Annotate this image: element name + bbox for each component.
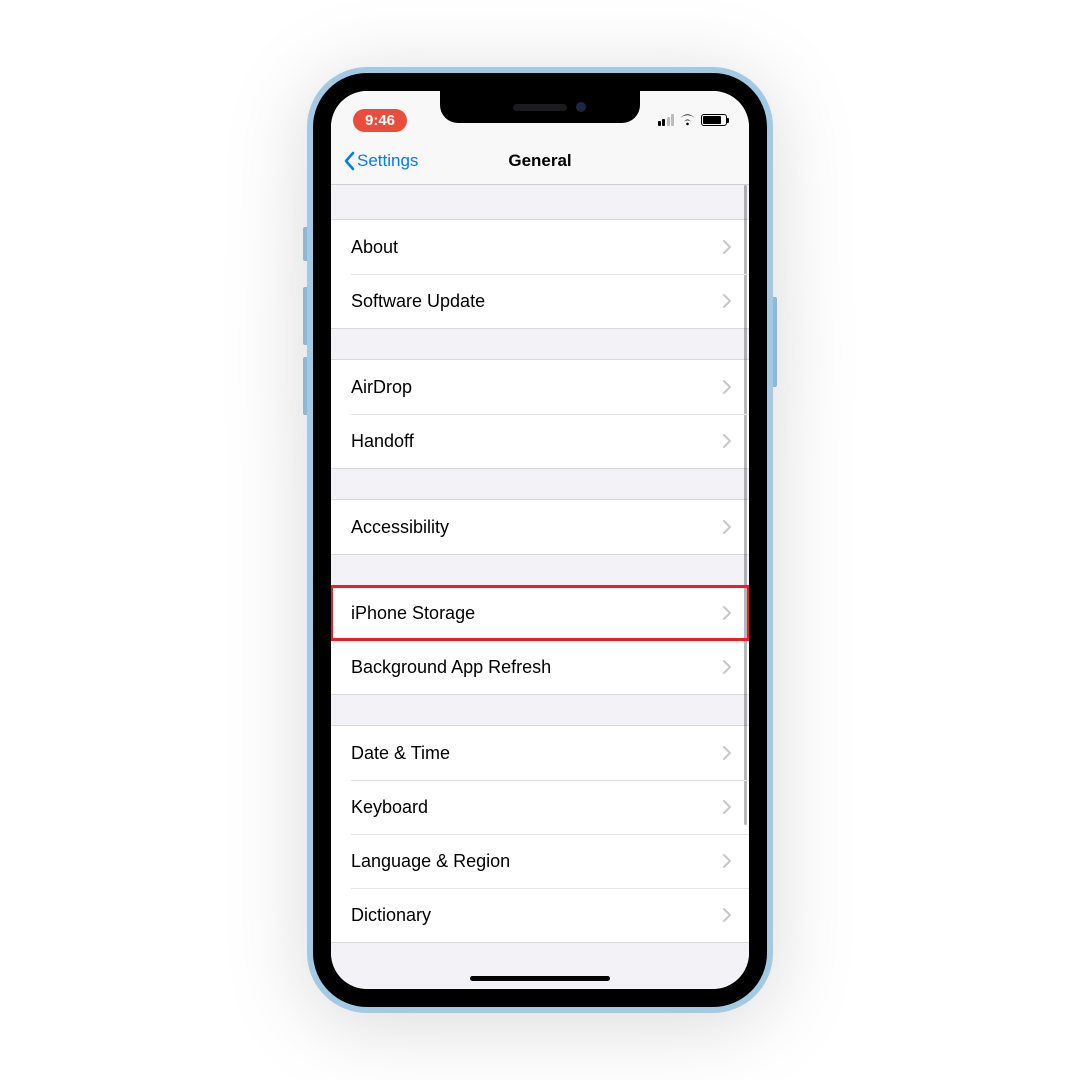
chevron-right-icon xyxy=(723,746,731,760)
chevron-right-icon xyxy=(723,800,731,814)
settings-row-label: Dictionary xyxy=(351,905,431,926)
status-time-recording[interactable]: 9:46 xyxy=(353,109,407,132)
chevron-right-icon xyxy=(723,434,731,448)
settings-row-label: Software Update xyxy=(351,291,485,312)
settings-row-label: Background App Refresh xyxy=(351,657,551,678)
navigation-bar: Settings General xyxy=(331,137,749,185)
screen: 9:46 xyxy=(331,91,749,989)
settings-row[interactable]: Date & Time xyxy=(331,726,749,780)
chevron-left-icon xyxy=(343,151,355,171)
settings-row-label: iPhone Storage xyxy=(351,603,475,624)
volume-down-button xyxy=(303,357,307,415)
settings-group: Date & Time Keyboard Language & Region Dict… xyxy=(331,725,749,943)
chevron-right-icon xyxy=(723,908,731,922)
status-icons xyxy=(658,114,728,126)
chevron-right-icon xyxy=(723,520,731,534)
settings-row[interactable]: Accessibility xyxy=(331,500,749,554)
settings-row-label: Keyboard xyxy=(351,797,428,818)
battery-icon xyxy=(701,114,727,126)
wifi-icon xyxy=(679,114,696,126)
front-camera xyxy=(576,102,586,112)
settings-row[interactable]: iPhone Storage xyxy=(331,586,749,640)
volume-up-button xyxy=(303,287,307,345)
notch xyxy=(440,91,640,123)
chevron-right-icon xyxy=(723,240,731,254)
back-button-label: Settings xyxy=(357,151,418,171)
settings-row-label: Handoff xyxy=(351,431,414,452)
settings-row[interactable]: About xyxy=(331,220,749,274)
settings-row[interactable]: Language & Region xyxy=(331,834,749,888)
settings-row-label: Language & Region xyxy=(351,851,510,872)
settings-row-label: Date & Time xyxy=(351,743,450,764)
side-power-button xyxy=(773,297,777,387)
settings-row[interactable]: Keyboard xyxy=(331,780,749,834)
chevron-right-icon xyxy=(723,660,731,674)
settings-row[interactable]: Background App Refresh xyxy=(331,640,749,694)
chevron-right-icon xyxy=(723,606,731,620)
settings-row-label: About xyxy=(351,237,398,258)
page-title: General xyxy=(508,151,571,171)
settings-row[interactable]: Handoff xyxy=(331,414,749,468)
mute-switch xyxy=(303,227,307,261)
settings-group: About Software Update xyxy=(331,219,749,329)
settings-group: iPhone Storage Background App Refresh xyxy=(331,585,749,695)
phone-frame: 9:46 xyxy=(307,67,773,1013)
chevron-right-icon xyxy=(723,380,731,394)
home-indicator[interactable] xyxy=(470,976,610,981)
settings-row[interactable]: Dictionary xyxy=(331,888,749,942)
settings-group: AirDrop Handoff xyxy=(331,359,749,469)
cellular-signal-icon xyxy=(658,114,675,126)
phone-bezel: 9:46 xyxy=(313,73,767,1007)
settings-row-label: AirDrop xyxy=(351,377,412,398)
back-button[interactable]: Settings xyxy=(343,151,418,171)
chevron-right-icon xyxy=(723,294,731,308)
settings-group: Accessibility xyxy=(331,499,749,555)
speaker-grille xyxy=(513,104,567,111)
settings-content[interactable]: About Software Update AirDrop Handoff Acce… xyxy=(331,185,749,989)
settings-row[interactable]: AirDrop xyxy=(331,360,749,414)
settings-row[interactable]: Software Update xyxy=(331,274,749,328)
settings-row-label: Accessibility xyxy=(351,517,449,538)
chevron-right-icon xyxy=(723,854,731,868)
